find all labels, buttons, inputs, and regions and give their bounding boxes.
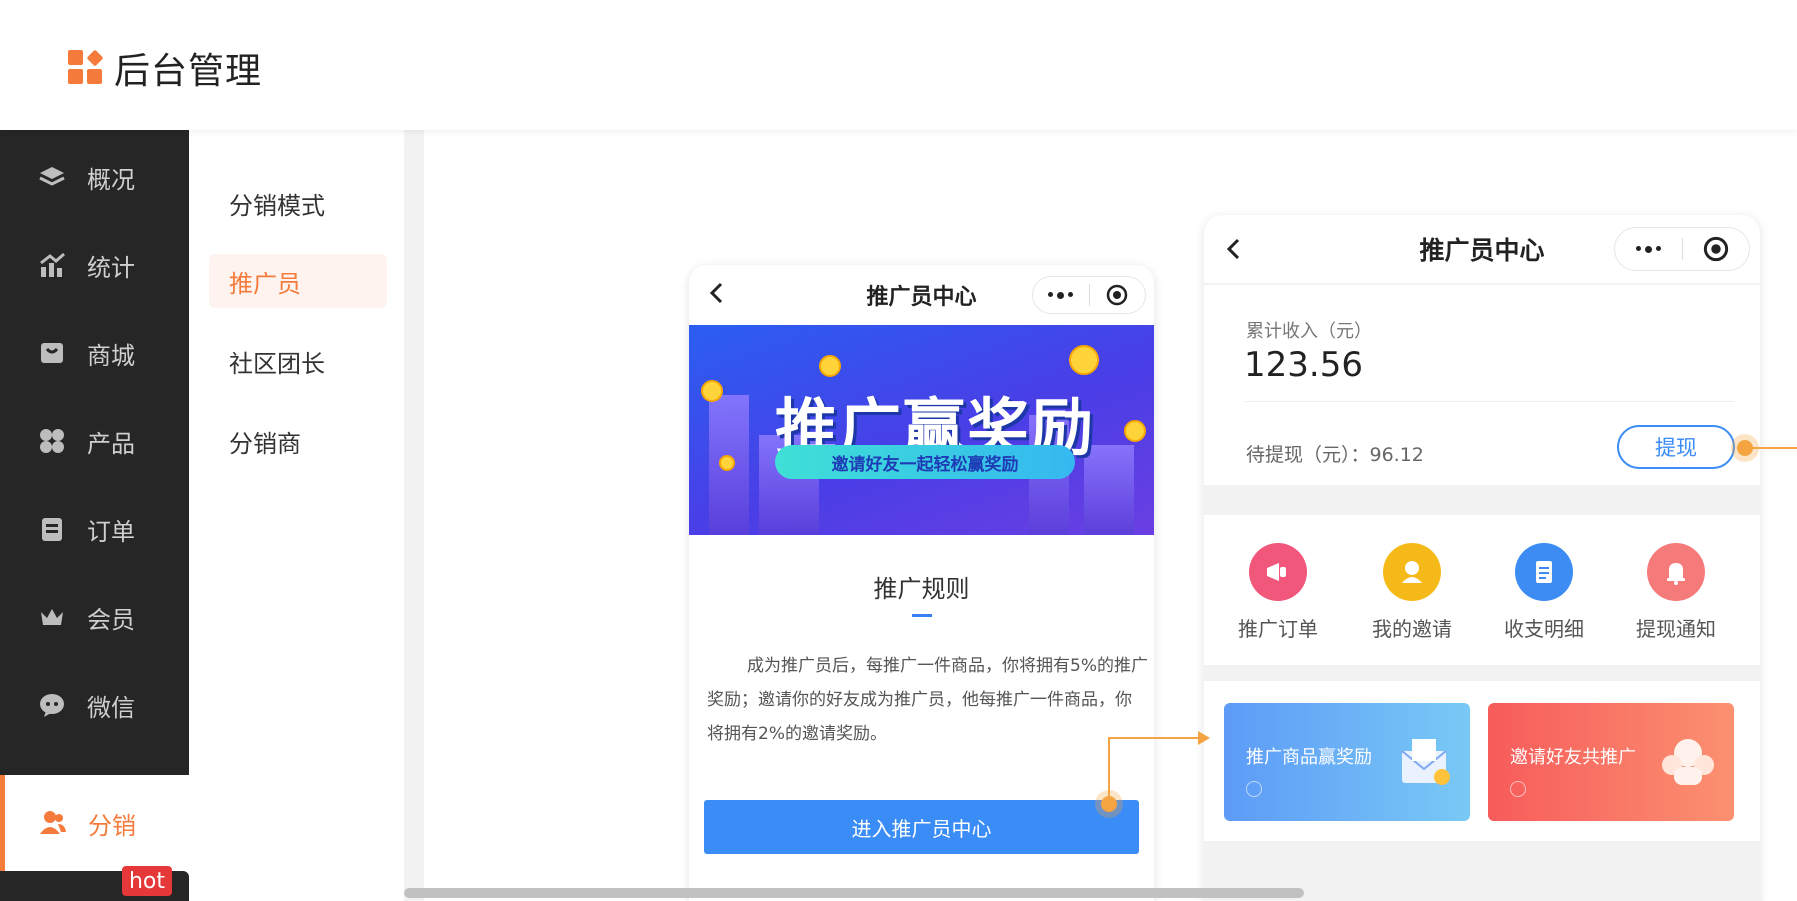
card-label: 推广商品赢奖励 xyxy=(1246,747,1372,768)
arrow-right-icon xyxy=(1198,731,1210,745)
store-icon xyxy=(37,338,67,368)
submenu-item-community-leader[interactable]: 社区团长 xyxy=(209,334,387,388)
shortcut-label: 我的邀请 xyxy=(1372,617,1452,641)
close-target-icon[interactable] xyxy=(1683,236,1750,262)
card-label: 邀请好友共推广 xyxy=(1510,747,1636,768)
megaphone-icon xyxy=(1249,543,1307,601)
submenu-item-distributor[interactable]: 分销商 xyxy=(209,414,387,468)
app-title: 后台管理 xyxy=(114,51,263,92)
nav-item-distribution[interactable]: 分销 xyxy=(0,775,189,871)
shortcut-grid: 推广订单 我的邀请 收支明细 提现通知 xyxy=(1204,515,1760,665)
clipboard-icon xyxy=(37,514,67,544)
nav-label: 概况 xyxy=(87,165,135,194)
shortcut-label: 推广订单 xyxy=(1238,617,1318,641)
shortcut-label: 收支明细 xyxy=(1504,617,1584,641)
main-sidebar: 概况 统计 商城 产品 订单 会员 微信 xyxy=(0,130,189,780)
nav-item-store[interactable]: 商城 xyxy=(0,318,189,388)
arrow-right-icon xyxy=(1246,781,1262,797)
bell-icon xyxy=(1647,543,1705,601)
card-promote-products[interactable]: 推广商品赢奖励 xyxy=(1224,703,1470,821)
promo-cards: 推广商品赢奖励 邀请好友共推广 xyxy=(1204,681,1760,841)
submenu-item-mode[interactable]: 分销模式 xyxy=(209,176,387,230)
connector-line xyxy=(1108,737,1202,739)
wechat-icon xyxy=(37,690,67,720)
preview-canvas: 推广员中心 推广赢奖励 邀请好友一起轻松赢奖励 推广规则 成为推广员后，每推广一… xyxy=(424,130,1797,901)
envelope-icon xyxy=(1401,739,1450,785)
top-header: 后台管理 xyxy=(0,0,1797,130)
promo-banner: 推广赢奖励 邀请好友一起轻松赢奖励 xyxy=(689,325,1154,535)
nav-label: 分销 xyxy=(88,811,136,840)
layers-icon xyxy=(37,162,67,192)
more-icon[interactable] xyxy=(1033,291,1089,299)
card-invite-friends[interactable]: 邀请好友共推广 xyxy=(1488,703,1734,821)
rule-text: 成为推广员后，每推广一件商品，你将拥有5%的推广奖励；邀请你的好友成为推广员，他… xyxy=(707,656,1148,744)
rule-underline xyxy=(911,614,932,617)
nav-label: 微信 xyxy=(87,693,135,722)
connector-dot xyxy=(1737,440,1753,456)
close-target-icon[interactable] xyxy=(1090,284,1146,306)
nav-label: 会员 xyxy=(87,605,135,634)
main-content: 推广员中心 推广赢奖励 邀请好友一起轻松赢奖励 推广规则 成为推广员后，每推广一… xyxy=(404,130,1797,901)
shortcut-promo-orders[interactable]: 推广订单 xyxy=(1218,543,1338,642)
users-icon xyxy=(38,808,68,838)
mini-program-capsule xyxy=(1032,276,1146,314)
withdraw-button[interactable]: 提现 xyxy=(1617,425,1735,469)
back-icon[interactable] xyxy=(705,281,729,305)
shortcut-my-invites[interactable]: 我的邀请 xyxy=(1352,543,1472,642)
nav-item-wechat[interactable]: 微信 xyxy=(0,670,189,740)
app-logo-icon xyxy=(68,49,104,86)
ledger-icon xyxy=(1515,543,1573,601)
enter-promoter-center-button[interactable]: 进入推广员中心 xyxy=(704,800,1139,854)
crown-icon xyxy=(37,602,67,632)
invite-icon xyxy=(1383,543,1441,601)
shortcut-label: 提现通知 xyxy=(1636,617,1716,641)
phone-preview-promoter-intro: 推广员中心 推广赢奖励 邀请好友一起轻松赢奖励 推广规则 成为推广员后，每推广一… xyxy=(689,265,1154,901)
nav-label: 订单 xyxy=(87,517,135,546)
sub-sidebar: 分销模式 推广员 社区团长 分销商 xyxy=(189,130,404,901)
chart-icon xyxy=(37,250,67,280)
mini-program-capsule xyxy=(1614,227,1750,271)
rule-title: 推广规则 xyxy=(873,575,970,603)
shortcut-withdraw-notice[interactable]: 提现通知 xyxy=(1616,543,1736,642)
nav-item-overview[interactable]: 概况 xyxy=(0,142,189,212)
earnings-label: 累计收入（元） xyxy=(1246,321,1372,342)
nav-label: 商城 xyxy=(87,341,135,370)
connector-line xyxy=(1108,737,1110,805)
divider xyxy=(1244,401,1734,402)
connector-line xyxy=(1752,447,1797,449)
earnings-value: 123.56 xyxy=(1244,345,1363,385)
submenu-item-promoter[interactable]: 推广员 xyxy=(209,254,387,308)
more-icon[interactable] xyxy=(1615,245,1682,253)
nav-item-products[interactable]: 产品 xyxy=(0,406,189,476)
brand[interactable]: 后台管理 xyxy=(68,42,262,94)
nav-label: 统计 xyxy=(87,253,135,282)
phone-title-bar: 推广员中心 xyxy=(689,265,1154,325)
horizontal-scrollbar[interactable] xyxy=(404,888,1304,898)
nav-label: 产品 xyxy=(87,429,135,458)
hot-badge: hot xyxy=(122,866,172,896)
grid-icon xyxy=(37,426,67,456)
phone-title: 推广员中心 xyxy=(1419,236,1545,265)
earnings-panel: 累计收入（元） 123.56 待提现（元）：96.12 提现 xyxy=(1204,285,1760,485)
back-icon[interactable] xyxy=(1222,237,1246,261)
banner-subtitle: 邀请好友一起轻松赢奖励 xyxy=(775,445,1075,479)
connector-dot xyxy=(1101,796,1117,812)
phone-title: 推广员中心 xyxy=(866,285,977,310)
friends-icon xyxy=(1662,739,1714,785)
phone-preview-promoter-center: 推广员中心 累计收入（元） 123.56 待提现（元）：96.12 提现 推广订… xyxy=(1204,215,1760,901)
nav-item-orders[interactable]: 订单 xyxy=(0,494,189,564)
pending-withdraw-text: 待提现（元）：96.12 xyxy=(1246,444,1424,466)
phone-title-bar: 推广员中心 xyxy=(1204,215,1760,283)
nav-item-members[interactable]: 会员 xyxy=(0,582,189,652)
shortcut-income-details[interactable]: 收支明细 xyxy=(1484,543,1604,642)
nav-item-stats[interactable]: 统计 xyxy=(0,230,189,300)
arrow-right-icon xyxy=(1510,781,1526,797)
